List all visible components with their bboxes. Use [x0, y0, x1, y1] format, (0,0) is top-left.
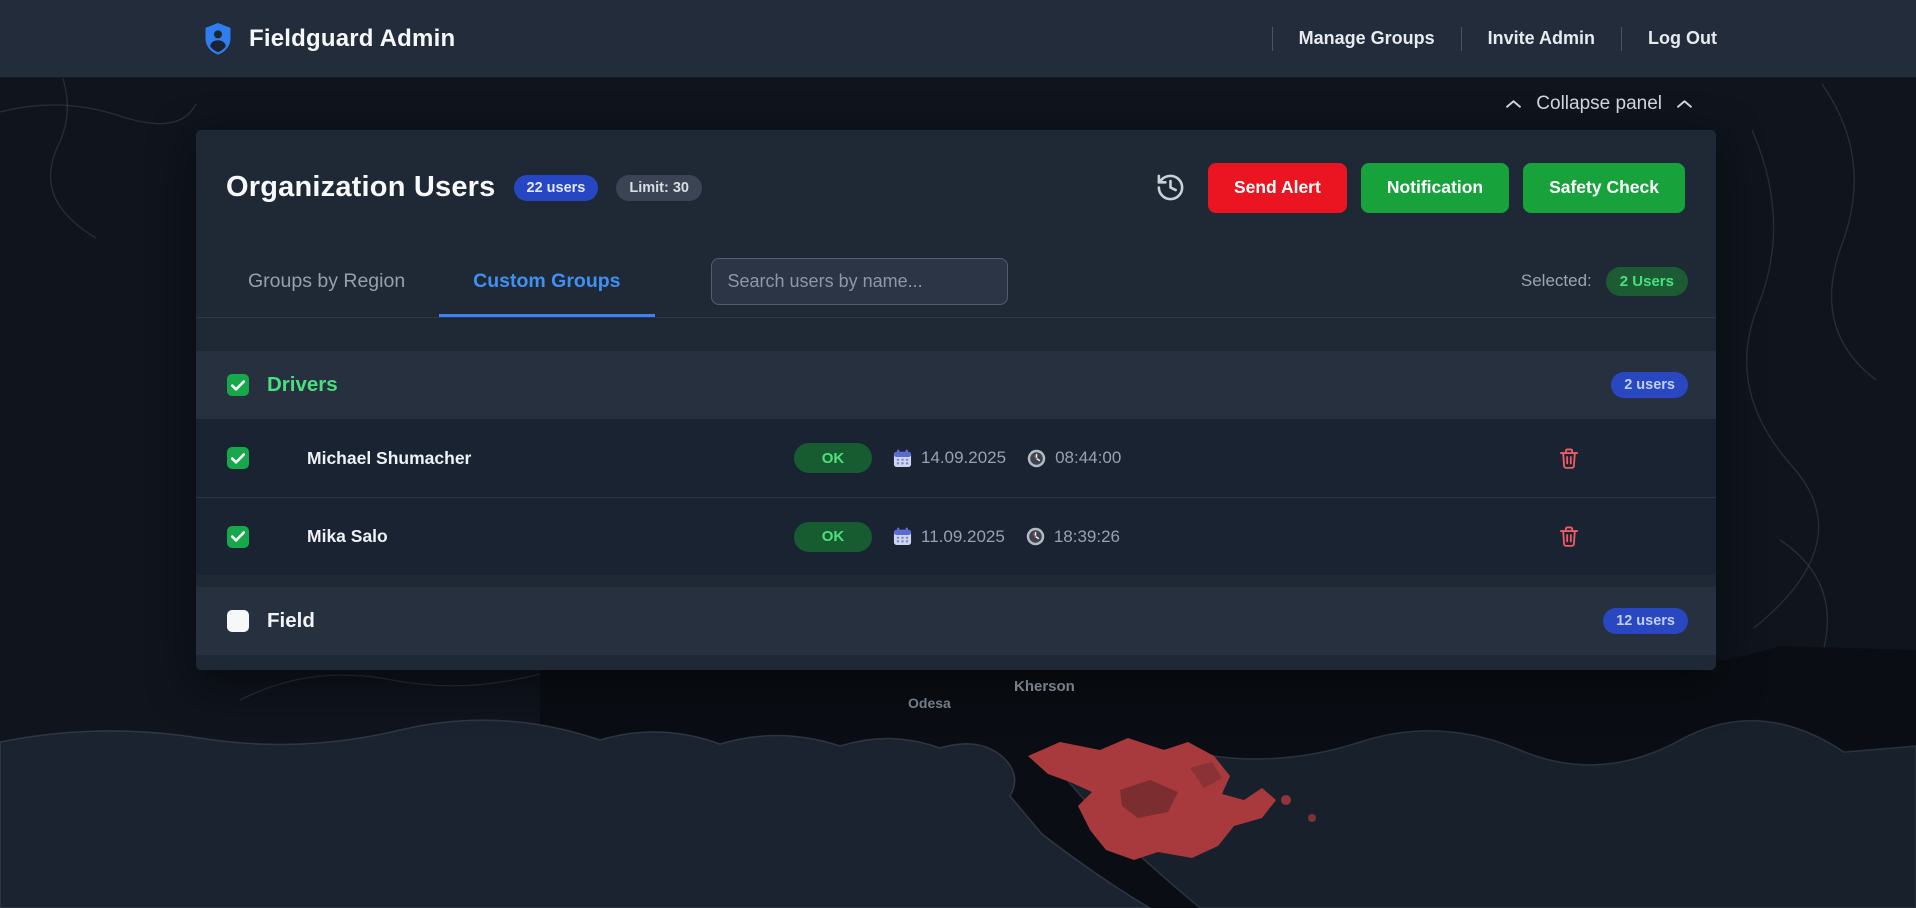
member-time: 08:44:00: [1055, 448, 1121, 468]
limit-badge: Limit: 30: [616, 175, 702, 201]
send-alert-button[interactable]: Send Alert: [1208, 163, 1347, 213]
selected-count-badge: 2 Users: [1606, 267, 1688, 296]
nav-divider: [1461, 27, 1462, 51]
nav-divider: [1621, 27, 1622, 51]
collapse-panel-button[interactable]: Collapse panel: [1506, 93, 1692, 115]
selected-summary: Selected: 2 Users: [1521, 267, 1688, 296]
brand: Fieldguard Admin: [203, 22, 455, 56]
check-icon: [231, 380, 245, 391]
member-date: 11.09.2025: [921, 527, 1005, 547]
panel-header: Organization Users 22 users Limit: 30 Se…: [196, 130, 1716, 245]
tabs-row: Groups by Region Custom Groups Selected:…: [196, 245, 1716, 318]
search-input[interactable]: [711, 258, 1008, 305]
tab-custom-groups[interactable]: Custom Groups: [439, 245, 654, 317]
organization-users-panel: Organization Users 22 users Limit: 30 Se…: [196, 130, 1716, 670]
member-time-group: 08:44:00: [1027, 448, 1121, 468]
app-title: Fieldguard Admin: [249, 25, 455, 53]
top-navigation: Manage Groups Invite Admin Log Out: [1246, 27, 1717, 51]
selected-label: Selected:: [1521, 271, 1592, 291]
collapse-panel-label: Collapse panel: [1536, 93, 1662, 115]
member-time: 18:39:26: [1054, 527, 1120, 547]
calendar-icon: [893, 449, 912, 468]
delete-member-button[interactable]: [1559, 447, 1579, 470]
group-label: Drivers: [267, 373, 338, 397]
tab-groups-by-region[interactable]: Groups by Region: [214, 245, 439, 317]
nav-manage-groups[interactable]: Manage Groups: [1299, 28, 1435, 49]
member-status-badge: OK: [794, 522, 872, 552]
member-checkbox[interactable]: [227, 447, 249, 469]
shield-logo-icon: [203, 22, 233, 56]
group-checkbox[interactable]: [227, 374, 249, 396]
nav-invite-admin[interactable]: Invite Admin: [1488, 28, 1595, 49]
user-count-badge: 22 users: [514, 175, 599, 201]
member-date: 14.09.2025: [921, 448, 1006, 468]
chevron-up-icon: [1506, 99, 1521, 109]
group-row[interactable]: Drivers 2 users: [196, 351, 1716, 419]
member-name: Michael Shumacher: [307, 448, 794, 469]
trash-icon: [1559, 447, 1579, 470]
delete-member-button[interactable]: [1559, 525, 1579, 548]
page-title: Organization Users: [226, 171, 496, 204]
group-label: Field: [267, 609, 315, 633]
safety-check-button[interactable]: Safety Check: [1523, 163, 1685, 213]
group-users-badge: 12 users: [1603, 608, 1688, 634]
member-name: Mika Salo: [307, 526, 794, 547]
member-checkbox[interactable]: [227, 526, 249, 548]
group-members: Michael Shumacher OK 14.09.2025: [196, 419, 1716, 575]
history-icon: [1155, 172, 1186, 203]
history-button[interactable]: [1155, 172, 1194, 203]
member-date-group: 11.09.2025: [893, 527, 1005, 547]
calendar-icon: [893, 527, 912, 546]
panel-header-actions: Send Alert Notification Safety Check: [1155, 163, 1685, 213]
topbar: Fieldguard Admin Manage Groups Invite Ad…: [0, 0, 1916, 78]
member-time-group: 18:39:26: [1026, 527, 1120, 547]
map-sea-west: [0, 720, 1150, 908]
trash-icon: [1559, 525, 1579, 548]
clock-icon: [1026, 527, 1045, 546]
member-date-group: 14.09.2025: [893, 448, 1006, 468]
group-checkbox[interactable]: [227, 610, 249, 632]
chevron-up-icon: [1677, 99, 1692, 109]
member-row[interactable]: Mika Salo OK 11.09.2025 18:39: [196, 497, 1716, 575]
clock-icon: [1027, 449, 1046, 468]
panel-header-left: Organization Users 22 users Limit: 30: [226, 171, 702, 204]
check-icon: [231, 531, 245, 542]
map-label-kherson: Kherson: [1014, 678, 1075, 695]
nav-log-out[interactable]: Log Out: [1648, 28, 1717, 49]
nav-divider: [1272, 27, 1273, 51]
notification-button[interactable]: Notification: [1361, 163, 1509, 213]
map-label-odesa: Odesa: [908, 695, 951, 711]
check-icon: [231, 453, 245, 464]
group-row[interactable]: Field 12 users: [196, 587, 1716, 655]
group-users-badge: 2 users: [1611, 372, 1688, 398]
member-status-badge: OK: [794, 443, 872, 473]
groups-list: Drivers 2 users Michael Shumacher OK 14.…: [196, 351, 1716, 655]
member-row[interactable]: Michael Shumacher OK 14.09.2025: [196, 419, 1716, 497]
